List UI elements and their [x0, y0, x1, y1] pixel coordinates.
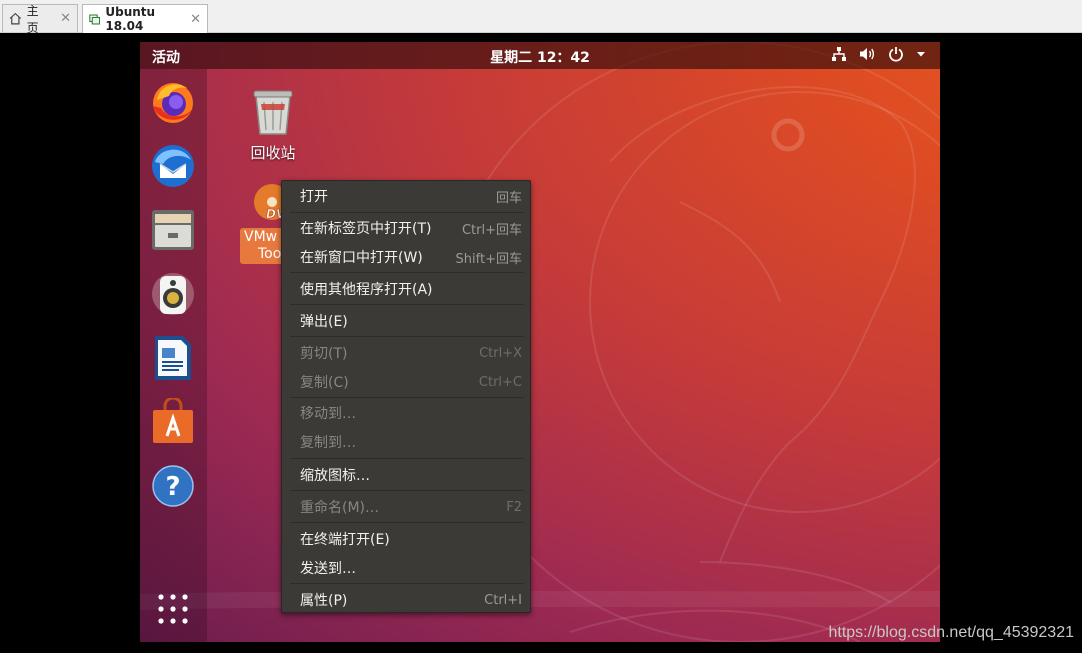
desktop-icon-trash[interactable]: 回收站: [246, 86, 300, 163]
thunderbird-icon: [152, 145, 194, 187]
clock[interactable]: 星期二 12：42: [140, 47, 940, 67]
menu-separator: [290, 336, 524, 337]
vm-screen[interactable]: 活动 星期二 12：42 ? 回收站 D VMw Too: [140, 42, 940, 642]
menu-item-move-to[interactable]: 移动到…: [282, 401, 530, 425]
menu-item-cut[interactable]: 剪切(T) Ctrl+X: [282, 341, 530, 365]
chevron-down-icon[interactable]: [916, 49, 926, 59]
trash-label: 回收站: [250, 144, 296, 162]
context-menu: 打开 回车 在新标签页中打开(T) Ctrl+回车 在新窗口中打开(W) Shi…: [281, 180, 531, 613]
network-icon[interactable]: [831, 46, 847, 62]
vm-icon: [89, 13, 101, 25]
menu-separator: [290, 583, 524, 584]
menu-separator: [290, 490, 524, 491]
tab-ubuntu-label: Ubuntu 18.04: [105, 5, 156, 33]
menu-separator: [290, 522, 524, 523]
software-icon: [153, 396, 193, 443]
tab-home[interactable]: 主页 ✕: [2, 4, 78, 35]
menu-item-zoom-icons[interactable]: 缩放图标…: [282, 463, 530, 487]
close-icon[interactable]: ✕: [190, 12, 201, 27]
menu-item-copy-to[interactable]: 复制到…: [282, 430, 530, 454]
dock-item-software[interactable]: [149, 396, 197, 446]
files-icon: [152, 210, 194, 250]
dock-item-files[interactable]: [149, 206, 197, 254]
show-applications-button[interactable]: [155, 591, 191, 627]
menu-item-open-terminal[interactable]: 在终端打开(E): [282, 527, 530, 551]
menu-item-open-new-tab[interactable]: 在新标签页中打开(T) Ctrl+回车: [282, 216, 530, 240]
menu-separator: [290, 272, 524, 273]
tab-ubuntu[interactable]: Ubuntu 18.04 ✕: [82, 4, 208, 33]
trash-icon: [253, 90, 293, 135]
menu-item-rename[interactable]: 重命名(M)… F2: [282, 495, 530, 519]
watermark: https://blog.csdn.net/qq_45392321: [828, 624, 1074, 641]
menu-item-open-new-window[interactable]: 在新窗口中打开(W) Shift+回车: [282, 245, 530, 269]
dock-item-rhythmbox[interactable]: [149, 270, 197, 318]
menu-item-open[interactable]: 打开 回车: [282, 184, 530, 208]
close-icon[interactable]: ✕: [60, 11, 71, 26]
menu-separator: [290, 212, 524, 213]
host-tab-bar: 主页 ✕ Ubuntu 18.04 ✕: [0, 0, 1082, 35]
menu-separator: [290, 458, 524, 459]
rhythmbox-icon: [152, 273, 194, 315]
top-bar: 活动 星期二 12：42: [140, 42, 940, 69]
volume-icon[interactable]: [859, 46, 876, 62]
writer-icon: [155, 336, 191, 380]
firefox-icon: [153, 83, 193, 123]
menu-separator: [290, 397, 524, 398]
dock-item-firefox[interactable]: [149, 78, 197, 126]
dock-item-writer[interactable]: [149, 334, 197, 382]
menu-item-eject[interactable]: 弹出(E): [282, 309, 530, 333]
dock: ?: [140, 69, 207, 642]
dock-item-help[interactable]: ?: [149, 462, 197, 510]
system-tray[interactable]: [831, 46, 926, 62]
menu-item-send-to[interactable]: 发送到…: [282, 556, 530, 580]
menu-item-copy[interactable]: 复制(C) Ctrl+C: [282, 370, 530, 394]
menu-item-properties[interactable]: 属性(P) Ctrl+I: [282, 588, 530, 612]
show-apps-icon: [158, 594, 188, 624]
dock-item-thunderbird[interactable]: [149, 142, 197, 190]
tab-home-label: 主页: [26, 3, 39, 35]
menu-separator: [290, 304, 524, 305]
help-icon: ?: [152, 465, 194, 507]
home-icon: [9, 12, 22, 25]
power-icon[interactable]: [888, 46, 904, 62]
svg-text:?: ?: [165, 472, 180, 502]
menu-item-open-with[interactable]: 使用其他程序打开(A): [282, 277, 530, 301]
